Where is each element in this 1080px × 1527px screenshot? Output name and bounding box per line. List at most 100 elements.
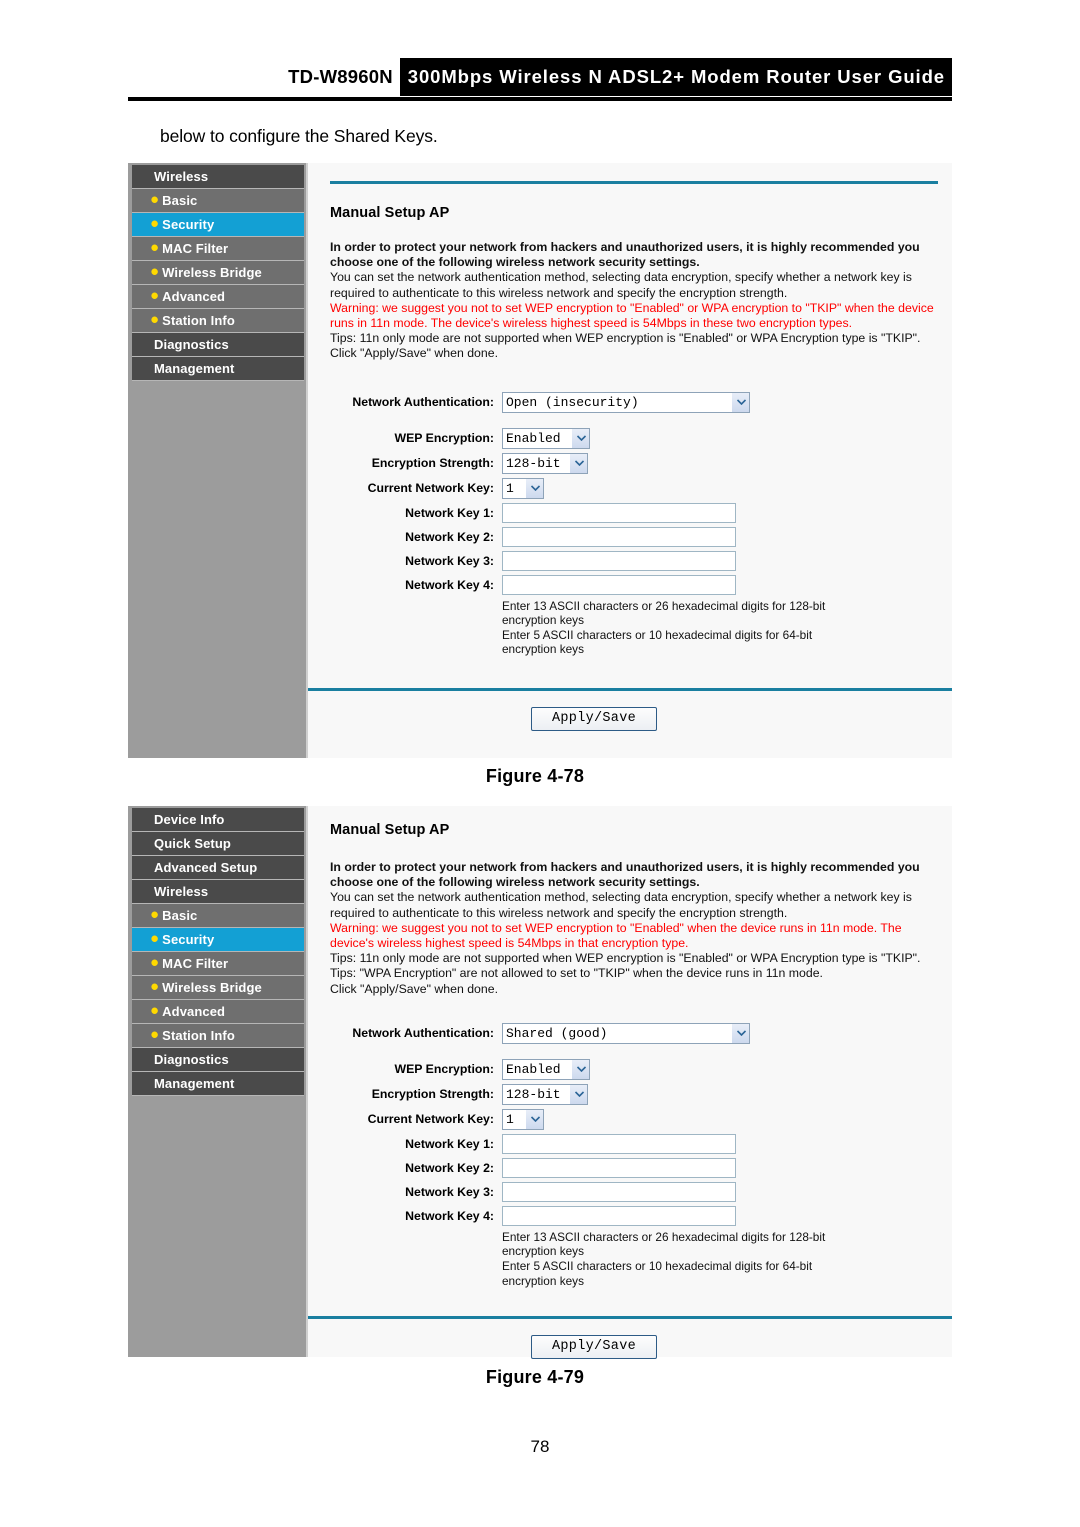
bullet-icon: ● <box>150 263 160 280</box>
sidebar-item-wireless[interactable]: Wireless <box>132 880 304 904</box>
paragraph-click-apply: Click "Apply/Save" when done. <box>330 981 498 996</box>
wep-encryption-label: WEP Encryption: <box>394 431 494 446</box>
current-network-key-select[interactable]: 1 <box>502 477 544 499</box>
network-key-3-input[interactable] <box>502 1181 736 1202</box>
sidebar-item-wireless[interactable]: Wireless <box>132 165 304 189</box>
network-key-4-input[interactable] <box>502 574 736 595</box>
network-authentication-label: Network Authentication: <box>352 1026 494 1041</box>
row-network-key-4: Network Key 4: <box>330 1205 938 1226</box>
sidebar-item-basic[interactable]: ● Basic <box>132 189 304 213</box>
paragraph-tips-1: Tips: 11n only mode are not supported wh… <box>330 331 921 346</box>
wep-encryption-select[interactable]: Enabled <box>502 427 590 449</box>
sidebar-item-mac-filter[interactable]: ● MAC Filter <box>132 237 304 261</box>
sidebar-item-wireless-bridge[interactable]: ● Wireless Bridge <box>132 261 304 285</box>
figure-caption-4-79: Figure 4-79 <box>485 1367 585 1387</box>
bullet-icon: ● <box>150 287 160 304</box>
network-key-1-input[interactable] <box>502 502 736 523</box>
sidebar-item-label: Basic <box>162 193 198 208</box>
bullet-icon: ● <box>150 311 160 328</box>
router-ui-figure-4-79: Device Info Quick Setup Advanced Setup W… <box>128 806 952 1360</box>
sidebar-item-label: Device Info <box>154 812 225 827</box>
network-key-2-input[interactable] <box>502 1157 736 1178</box>
wep-encryption-select[interactable]: Enabled <box>502 1058 590 1080</box>
sidebar-item-wireless-bridge[interactable]: ● Wireless Bridge <box>132 976 304 1000</box>
network-key-2-label: Network Key 2: <box>405 529 494 544</box>
network-authentication-select-wrap: Open (insecurity) <box>502 391 750 413</box>
security-form-1: Network Authentication: Open (insecurity… <box>330 391 938 657</box>
sidebar-item-station-info[interactable]: ● Station Info <box>132 1024 304 1048</box>
sidebar-item-security[interactable]: ● Security <box>132 213 304 237</box>
network-key-1-input[interactable] <box>502 1133 736 1154</box>
intro-text: below to configure the Shared Keys. <box>160 126 438 146</box>
network-key-3-input[interactable] <box>502 550 736 571</box>
encryption-strength-select[interactable]: 128-bit <box>502 1083 588 1105</box>
paragraph-recommendation: In order to protect your network from ha… <box>330 240 920 270</box>
bullet-icon: ● <box>150 239 160 256</box>
hint-line: encryption keys <box>502 1244 584 1259</box>
bullet-icon: ● <box>150 1026 160 1043</box>
row-wep-encryption: WEP Encryption: Enabled <box>330 1058 938 1080</box>
row-network-key-2: Network Key 2: <box>330 526 938 547</box>
hint-line: encryption keys <box>502 1273 584 1288</box>
network-key-1-label: Network Key 1: <box>405 505 494 520</box>
network-authentication-select[interactable]: Shared (good) <box>502 1022 750 1044</box>
current-network-key-select-wrap: 1 <box>502 477 544 499</box>
row-network-key-1: Network Key 1: <box>330 1133 938 1154</box>
row-network-authentication: Network Authentication: Open (insecurity… <box>330 391 938 413</box>
sidebar-filler <box>132 1096 304 1343</box>
network-authentication-select[interactable]: Open (insecurity) <box>502 391 750 413</box>
apply-save-button[interactable]: Apply/Save <box>530 1335 657 1360</box>
sidebar-item-advanced[interactable]: ● Advanced <box>132 1000 304 1024</box>
row-network-key-1: Network Key 1: <box>330 502 938 523</box>
hint-line: Enter 13 ASCII characters or 26 hexadeci… <box>502 598 826 613</box>
encryption-strength-select-wrap: 128-bit <box>502 1083 588 1105</box>
row-current-network-key: Current Network Key: 1 <box>330 477 938 499</box>
sidebar-item-station-info[interactable]: ● Station Info <box>132 309 304 333</box>
row-network-key-3: Network Key 3: <box>330 1181 938 1202</box>
action-bar-2: Apply/Save <box>330 1319 938 1360</box>
paragraph-tips-2: Tips: "WPA Encryption" are not allowed t… <box>330 966 823 981</box>
main-content-1: Manual Setup AP In order to protect your… <box>308 163 952 758</box>
hint-line: encryption keys <box>502 613 584 628</box>
bullet-icon: ● <box>150 954 160 971</box>
sidebar-item-label: Wireless <box>154 884 209 899</box>
network-key-2-label: Network Key 2: <box>405 1160 494 1175</box>
sidebar-item-advanced-setup[interactable]: Advanced Setup <box>132 856 304 880</box>
network-key-4-label: Network Key 4: <box>405 577 494 592</box>
sidebar-item-diagnostics[interactable]: Diagnostics <box>132 1048 304 1072</box>
router-ui-figure-4-78: Wireless ● Basic ● Security ● MAC Filter… <box>128 163 952 758</box>
sidebar-item-label: Management <box>154 361 235 376</box>
sidebar-item-management[interactable]: Management <box>132 1072 304 1096</box>
sidebar-item-label: Basic <box>162 908 198 923</box>
sidebar-item-advanced[interactable]: ● Advanced <box>132 285 304 309</box>
main-content-2: Manual Setup AP In order to protect your… <box>308 806 952 1360</box>
row-encryption-strength: Encryption Strength: 128-bit <box>330 452 938 474</box>
network-key-4-input[interactable] <box>502 1205 736 1226</box>
sidebar-item-security[interactable]: ● Security <box>132 928 304 952</box>
network-key-2-input[interactable] <box>502 526 736 547</box>
encryption-strength-select-wrap: 128-bit <box>502 452 588 474</box>
apply-save-button[interactable]: Apply/Save <box>530 707 657 731</box>
sidebar-item-management[interactable]: Management <box>132 357 304 381</box>
row-network-authentication: Network Authentication: Shared (good) <box>330 1022 938 1044</box>
sidebar-item-device-info[interactable]: Device Info <box>132 808 304 832</box>
page-title: Manual Setup AP <box>330 205 450 221</box>
bullet-icon: ● <box>150 215 160 232</box>
current-network-key-label: Current Network Key: <box>367 1112 494 1127</box>
header-title: 300Mbps Wireless N ADSL2+ Modem Router U… <box>399 58 952 96</box>
sidebar-item-quick-setup[interactable]: Quick Setup <box>132 832 304 856</box>
wep-encryption-select-wrap: Enabled <box>502 1058 590 1080</box>
current-network-key-select[interactable]: 1 <box>502 1108 544 1130</box>
hint-line: Enter 5 ASCII characters or 10 hexadecim… <box>502 627 813 642</box>
encryption-strength-select[interactable]: 128-bit <box>502 452 588 474</box>
page-title: Manual Setup AP <box>330 822 450 838</box>
sidebar-item-label: Advanced Setup <box>154 860 258 875</box>
sidebar-item-basic[interactable]: ● Basic <box>132 904 304 928</box>
sidebar-item-mac-filter[interactable]: ● MAC Filter <box>132 952 304 976</box>
sidebar-item-label: Management <box>154 1076 235 1091</box>
sidebar-item-label: Station Info <box>162 313 235 328</box>
sidebar-item-diagnostics[interactable]: Diagnostics <box>132 333 304 357</box>
sidebar-item-label: Diagnostics <box>154 1052 229 1067</box>
